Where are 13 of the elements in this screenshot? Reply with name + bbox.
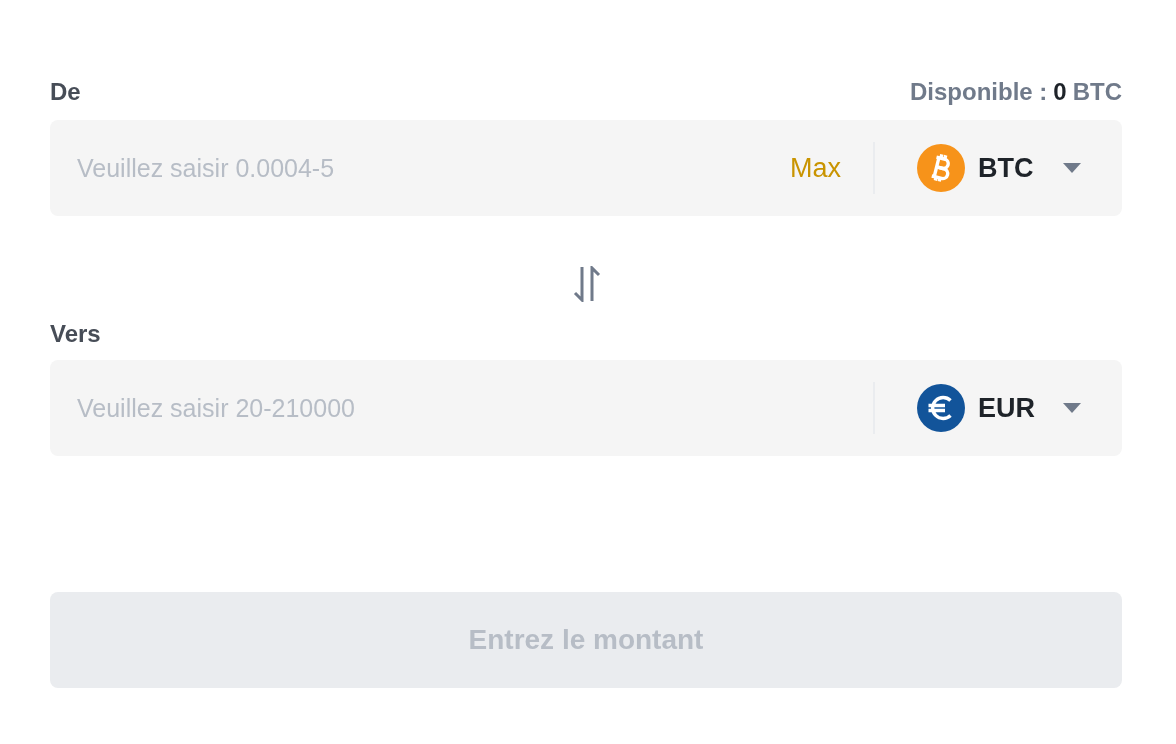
caret-icon [1063, 163, 1081, 173]
available-amount: 0 [1053, 78, 1067, 106]
amount-field[interactable]: Veuillez saisir 0.0004-5 Max BTC [50, 120, 1122, 216]
caret-icon [1063, 403, 1081, 413]
bitcoin-icon [917, 144, 965, 192]
currency-selector[interactable]: EUR [875, 382, 1081, 434]
amount-field[interactable]: Veuillez saisir 20-210000 EUR [50, 360, 1122, 456]
currency-selector[interactable]: BTC [875, 142, 1081, 194]
available-unit: BTC [1072, 78, 1122, 106]
euro-icon [917, 384, 965, 432]
field-label: De [50, 78, 81, 106]
field-label: Vers [50, 320, 101, 348]
available-label: Disponible : [909, 78, 1048, 106]
